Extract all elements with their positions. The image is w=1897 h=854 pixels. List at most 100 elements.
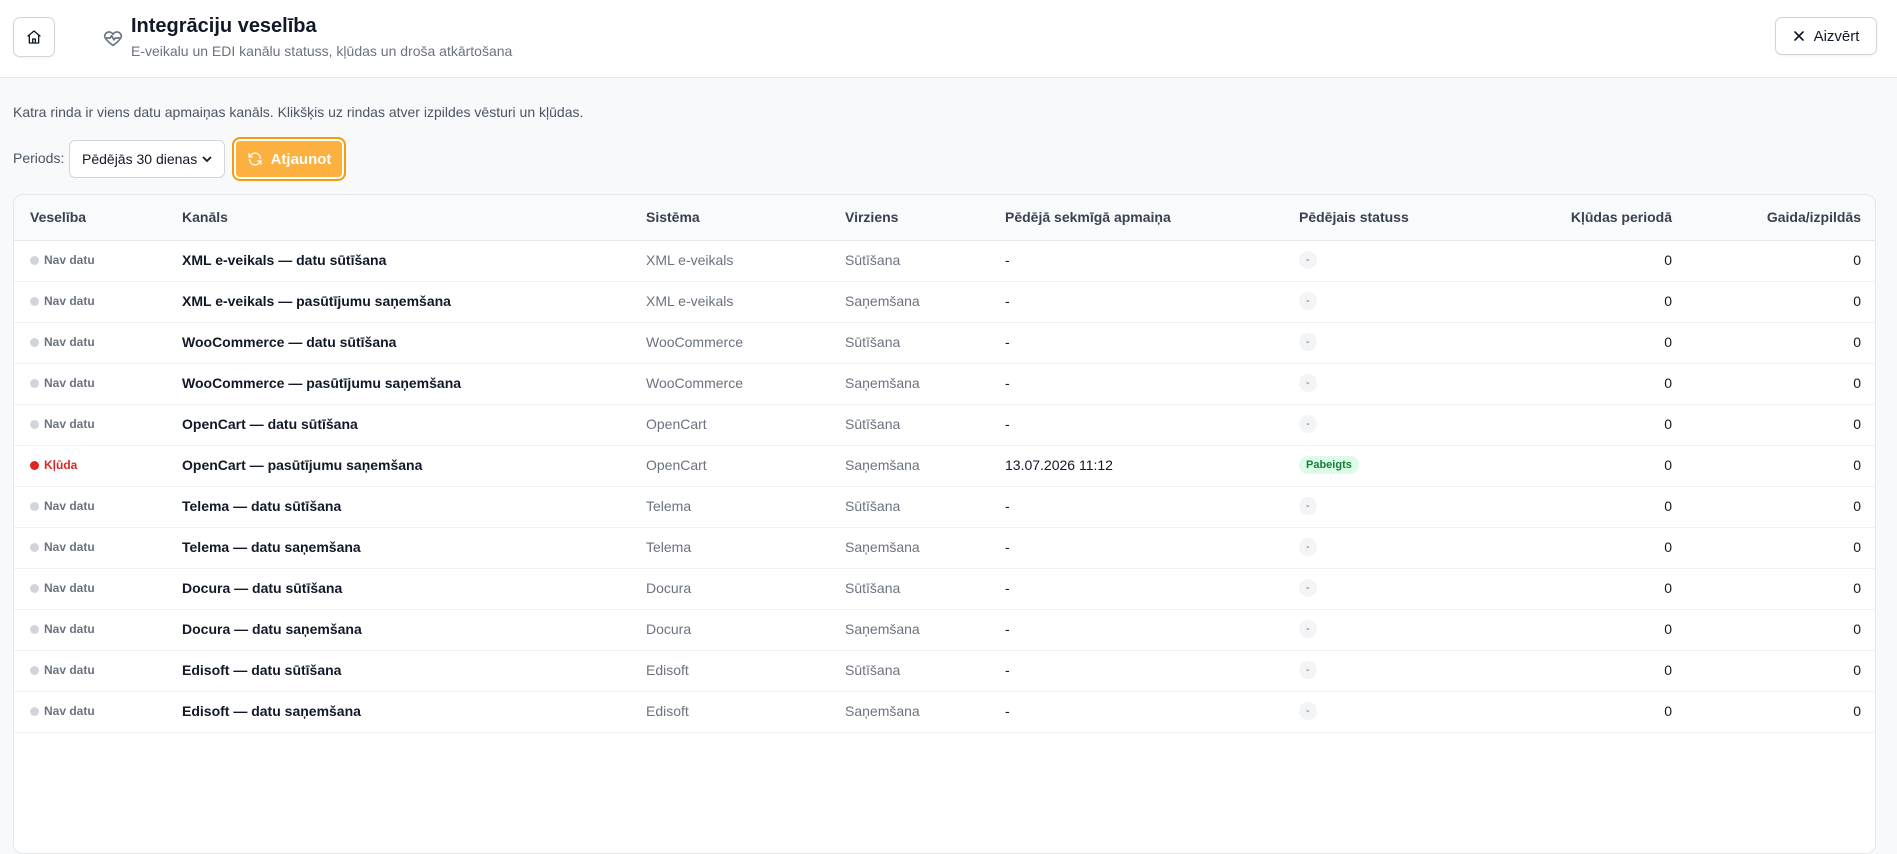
channel-cell: WooCommerce — datu sūtīšana [182, 334, 397, 350]
channel-cell: Docura — datu sūtīšana [182, 580, 343, 596]
status-badge: - [1299, 702, 1317, 720]
last-status-cell: - [1299, 660, 1317, 679]
health-label: Nav datu [44, 335, 95, 349]
health-label: Nav datu [44, 663, 95, 677]
table-row[interactable]: Nav datu WooCommerce — datu sūtīšana WooCo… [14, 322, 1875, 364]
table-row[interactable]: Kļūda OpenCart — pasūtījumu saņemšana Open… [14, 445, 1875, 487]
channel-cell: XML e-veikals — pasūtījumu saņemšana [182, 293, 451, 309]
errors-cell: 0 [1664, 498, 1672, 514]
system-cell: WooCommerce [646, 334, 743, 350]
last-status-cell: - [1299, 578, 1317, 597]
direction-cell: Saņemšana [845, 457, 920, 473]
table-row[interactable]: Nav datu Telema — datu saņemšana Telema Saņ… [14, 527, 1875, 569]
health-label: Nav datu [44, 704, 95, 718]
health-cell: Nav datu [30, 499, 95, 513]
health-cell: Nav datu [30, 704, 95, 718]
page-header: Integrāciju veselība E-veikalu un EDI ka… [0, 0, 1897, 78]
close-button-label: Aizvērt [1813, 27, 1860, 45]
pending-cell: 0 [1853, 334, 1861, 350]
column-header-health[interactable]: Veselība [30, 209, 86, 225]
table-row[interactable]: Nav datu Edisoft — datu saņemšana Edisoft S… [14, 691, 1875, 733]
health-dot [30, 337, 39, 347]
direction-cell: Saņemšana [845, 293, 920, 309]
health-cell: Nav datu [30, 581, 95, 595]
page-title: Integrāciju veselība [131, 15, 317, 37]
status-badge: - [1299, 374, 1317, 392]
health-label: Nav datu [44, 376, 95, 390]
direction-cell: Sūtīšana [845, 662, 901, 678]
channel-cell: Telema — datu sūtīšana [182, 498, 342, 514]
health-label: Kļūda [44, 458, 78, 472]
system-cell: Telema [646, 539, 692, 555]
table-row[interactable]: Nav datu Docura — datu sūtīšana Docura Sūtī… [14, 568, 1875, 610]
system-cell: XML e-veikals [646, 293, 734, 309]
column-header-pending[interactable]: Gaida/izpildās [1767, 209, 1861, 225]
health-dot [30, 501, 39, 511]
status-badge: - [1299, 497, 1317, 515]
page-subtitle: E-veikalu un EDI kanālu statuss, kļūdas … [131, 43, 513, 59]
last-status-cell: - [1299, 332, 1317, 351]
close-button[interactable]: Aizvērt [1775, 17, 1877, 55]
health-cell: Nav datu [30, 417, 95, 431]
pending-cell: 0 [1853, 416, 1861, 432]
system-cell: Telema [646, 498, 692, 514]
status-badge: - [1299, 538, 1317, 556]
last-status-cell: - [1299, 537, 1317, 556]
column-header-errors[interactable]: Kļūdas periodā [1571, 209, 1672, 225]
last-status-cell: - [1299, 250, 1317, 269]
direction-cell: Sūtīšana [845, 252, 901, 268]
health-label: Nav datu [44, 581, 95, 595]
errors-cell: 0 [1664, 580, 1672, 596]
pending-cell: 0 [1853, 252, 1861, 268]
health-dot [30, 542, 39, 552]
column-header-direction[interactable]: Virziens [845, 209, 898, 225]
health-dot [30, 255, 39, 265]
period-select[interactable]: Pēdējās 30 dienas [69, 140, 225, 178]
table-row[interactable]: Nav datu Docura — datu saņemšana Docura Saņ… [14, 609, 1875, 651]
home-button[interactable] [13, 17, 55, 57]
last-success-cell: - [1005, 580, 1010, 596]
system-cell: OpenCart [646, 457, 707, 473]
pending-cell: 0 [1853, 457, 1861, 473]
channel-cell: WooCommerce — pasūtījumu saņemšana [182, 375, 462, 391]
table-row[interactable]: Nav datu WooCommerce — pasūtījumu saņemša… [14, 363, 1875, 405]
channel-cell: OpenCart — datu sūtīšana [182, 416, 358, 432]
integrations-table: Veselība Kanāls Sistēma Virziens Pēdējā … [13, 194, 1876, 854]
system-cell: Edisoft [646, 703, 689, 719]
last-success-cell: - [1005, 334, 1010, 350]
column-header-last-success[interactable]: Pēdējā sekmīgā apmaiņa [1005, 209, 1171, 225]
health-cell: Nav datu [30, 335, 95, 349]
last-status-cell: - [1299, 701, 1317, 720]
status-badge: - [1299, 292, 1317, 310]
errors-cell: 0 [1664, 539, 1672, 555]
status-badge: - [1299, 415, 1317, 433]
direction-cell: Sūtīšana [845, 580, 901, 596]
direction-cell: Saņemšana [845, 539, 920, 555]
errors-cell: 0 [1664, 293, 1672, 309]
health-cell: Nav datu [30, 294, 95, 308]
direction-cell: Sūtīšana [845, 498, 901, 514]
last-success-cell: - [1005, 703, 1010, 719]
refresh-button[interactable]: Atjaunot [232, 137, 346, 181]
last-success-cell: - [1005, 416, 1010, 432]
column-header-channel[interactable]: Kanāls [182, 209, 228, 225]
last-success-cell: - [1005, 662, 1010, 678]
home-icon [27, 30, 41, 44]
table-row[interactable]: Nav datu XML e-veikals — datu sūtīšana XML… [14, 240, 1875, 282]
table-row[interactable]: Nav datu Edisoft — datu sūtīšana Edisoft Sū… [14, 650, 1875, 692]
errors-cell: 0 [1664, 416, 1672, 432]
table-row[interactable]: Nav datu Telema — datu sūtīšana Telema Sūtī… [14, 486, 1875, 528]
last-status-cell: Pabeigts [1299, 455, 1359, 474]
last-success-cell: - [1005, 252, 1010, 268]
period-select-value: Pēdējās 30 dienas [82, 151, 198, 167]
column-header-last-status[interactable]: Pēdējais statuss [1299, 209, 1409, 225]
health-label: Nav datu [44, 294, 95, 308]
table-row[interactable]: Nav datu XML e-veikals — pasūtījumu saņem… [14, 281, 1875, 323]
direction-cell: Saņemšana [845, 375, 920, 391]
table-row[interactable]: Nav datu OpenCart — datu sūtīšana OpenCart… [14, 404, 1875, 446]
direction-cell: Sūtīšana [845, 416, 901, 432]
errors-cell: 0 [1664, 252, 1672, 268]
last-success-cell: 13.07.2026 11:12 [1005, 457, 1113, 473]
health-dot [30, 706, 39, 716]
column-header-system[interactable]: Sistēma [646, 209, 700, 225]
